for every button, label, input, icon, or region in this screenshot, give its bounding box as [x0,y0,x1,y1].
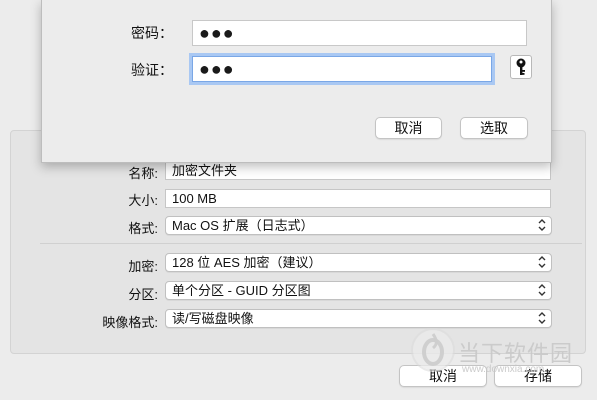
encryption-label: 加密: [128,259,158,274]
partition-label: 分区: [128,287,158,302]
password-field[interactable]: ●●● [192,20,527,46]
verify-label: 验证： [131,62,173,78]
chevron-updown-icon [538,256,546,268]
encryption-select[interactable]: 128 位 AES 加密（建议） [165,253,552,272]
size-label: 大小: [128,193,158,208]
choose-button[interactable]: 选取 [460,117,528,139]
chevron-updown-icon [538,284,546,296]
key-icon [516,58,526,75]
image-format-label: 映像格式: [102,315,158,330]
name-label: 名称: [128,166,158,181]
verify-field[interactable]: ●●● [192,56,492,82]
watermark-logo-icon [413,330,453,370]
image-format-select[interactable]: 读/写磁盘映像 [165,309,552,328]
format-label: 格式: [128,221,158,236]
format-select[interactable]: Mac OS 扩展（日志式） [165,216,552,235]
partition-value: 单个分区 - GUID 分区图 [172,283,311,298]
format-value: Mac OS 扩展（日志式） [172,218,314,233]
partition-select[interactable]: 单个分区 - GUID 分区图 [165,281,552,300]
chevron-updown-icon [538,312,546,324]
image-format-value: 读/写磁盘映像 [172,311,254,326]
sheet-cancel-button[interactable]: 取消 [375,117,442,139]
size-field[interactable]: 100 MB [165,189,551,208]
password-sheet: 密码： ●●● 验证： ●●● 取消 选取 [41,0,552,163]
encryption-value: 128 位 AES 加密（建议） [172,255,322,270]
watermark-url: www.downxia.com [462,364,545,375]
chevron-updown-icon [538,219,546,231]
name-field[interactable]: 加密文件夹 [165,161,551,180]
password-label: 密码： [131,25,173,41]
section-divider [40,243,582,244]
password-assistant-button[interactable] [510,55,532,79]
watermark-logo-shape [422,333,444,366]
